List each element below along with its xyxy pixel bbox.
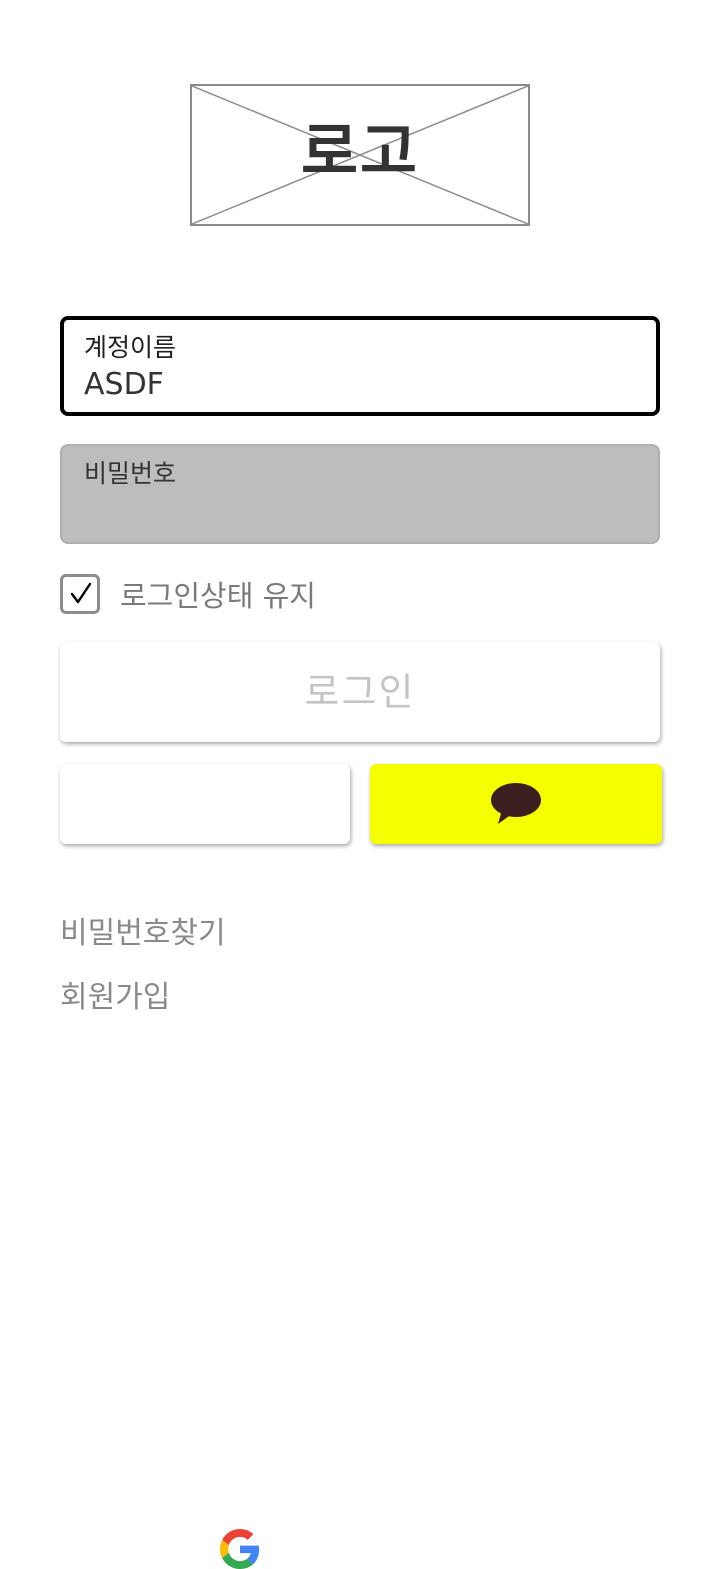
login-button[interactable]: 로그인 [60,642,660,742]
keep-login-label: 로그인상태 유지 [120,579,316,613]
username-field[interactable]: 계정이름 [60,316,660,416]
password-label: 비밀번호 [84,459,177,488]
username-input[interactable] [84,364,624,404]
google-logo-icon [220,1529,260,1569]
password-field[interactable]: 비밀번호 [60,444,660,544]
checkmark-icon [70,582,92,604]
logo-placeholder: 로고 [190,84,530,226]
username-label: 계정이름 [84,333,177,362]
keep-login-checkbox[interactable] [60,574,100,614]
logo-text: 로고 [300,115,420,188]
signup-link[interactable]: 회원가입 [60,972,170,1016]
kakao-speech-bubble-icon [491,783,541,824]
password-input[interactable] [82,490,622,530]
google-login-button[interactable] [60,764,350,1569]
keep-login-row[interactable]: 로그인상태 유지 [60,574,316,614]
kakao-login-button[interactable] [370,764,662,844]
find-password-link[interactable]: 비밀번호찾기 [60,908,226,952]
